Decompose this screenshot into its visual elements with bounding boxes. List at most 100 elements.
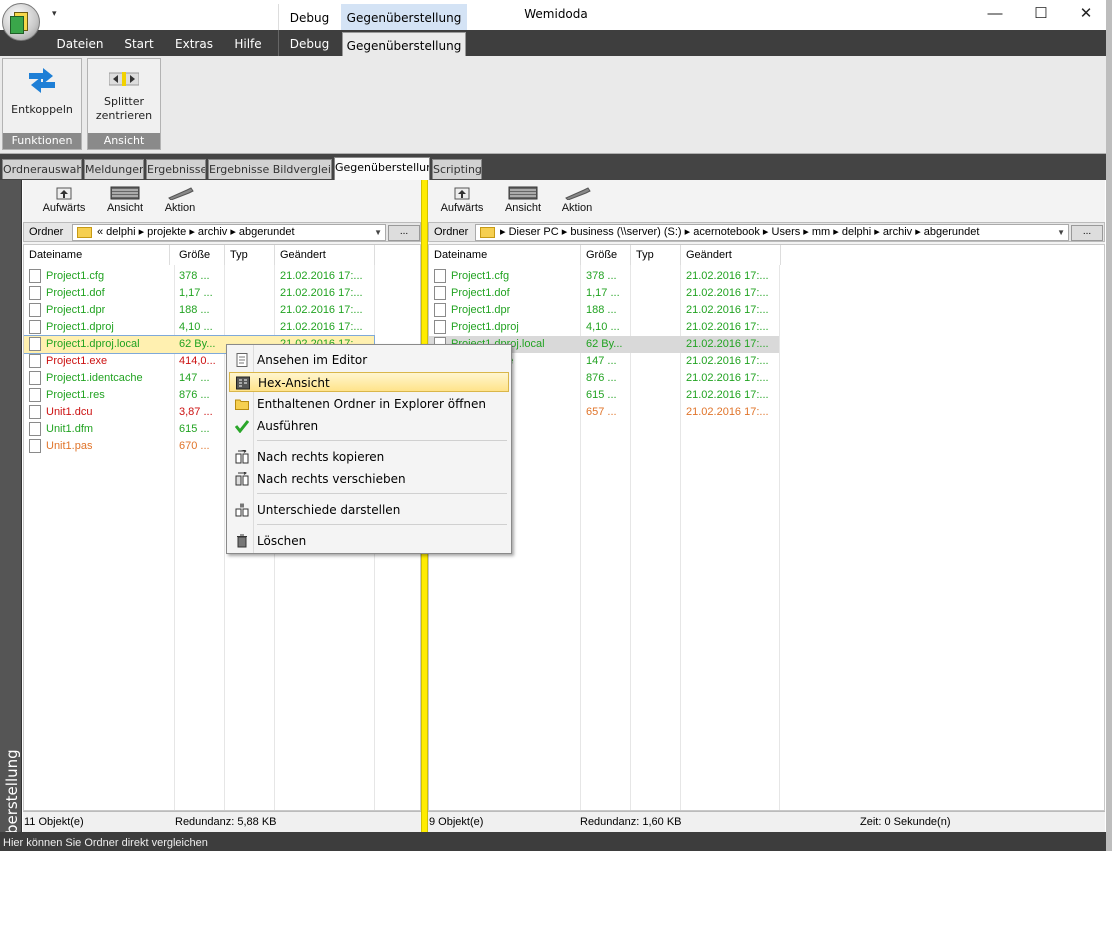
right-object-count: 9 Objekt(e) — [429, 816, 484, 828]
menu-item-unterschiede-darstellen[interactable]: Unterschiede darstellen — [229, 500, 509, 520]
table-row[interactable]: Project1.dpr 188 ... 21.02.2016 17:... — [24, 302, 420, 319]
chevron-down-icon[interactable]: ▼ — [374, 225, 382, 240]
left-action-button[interactable]: Aktion — [155, 186, 205, 214]
folder-icon — [235, 399, 249, 410]
right-folder-bar: Ordner ▸ Dieser PC ▸ business (\\server)… — [428, 222, 1105, 242]
right-path-combo[interactable]: ▸ Dieser PC ▸ business (\\server) (S:) ▸… — [475, 224, 1069, 241]
folder-icon — [77, 227, 92, 238]
right-action-button[interactable]: Aktion — [552, 186, 602, 214]
right-col-groesse[interactable]: Größe — [581, 245, 631, 265]
left-cell-size: 1,17 ... — [179, 287, 213, 299]
table-row[interactable]: Project1.dpr 188 ... 21.02.2016 17:... — [429, 302, 1104, 319]
menu-debug[interactable]: Debug — [278, 30, 340, 56]
right-status: 9 Objekt(e) Redundanz: 1,60 KB Zeit: 0 S… — [428, 811, 1105, 832]
table-row[interactable]: 876 ... 21.02.2016 17:... — [429, 370, 1104, 387]
right-cell-name: Project1.dproj — [451, 321, 519, 333]
right-view-button[interactable]: Ansicht — [498, 186, 548, 214]
left-folder-label: Ordner — [29, 226, 64, 238]
file-icon — [434, 269, 446, 283]
status-bar: Hier können Sie Ordner direkt vergleiche… — [0, 832, 1112, 851]
left-cell-name: Project1.cfg — [46, 270, 105, 282]
left-cell-size: 670 ... — [179, 440, 210, 452]
menu-bar: Dateien Start Extras Hilfe Debug Gegenüb… — [0, 30, 1112, 56]
right-cell-size: 147 ... — [586, 355, 617, 367]
hex-view-icon — [236, 376, 250, 390]
left-col-geaendert[interactable]: Geändert — [275, 245, 375, 265]
left-cell-date: 21.02.2016 17:... — [280, 287, 363, 299]
splitter-zentrieren-button[interactable]: Splitter zentrieren — [88, 63, 160, 123]
right-col-typ[interactable]: Typ — [631, 245, 681, 265]
panel-tab-bar: Ordnerauswahl Meldungen Ergebnisse Ergeb… — [0, 154, 1106, 180]
table-row[interactable]: Project1.dproj 4,10 ... 21.02.2016 17:... — [429, 319, 1104, 336]
table-row[interactable]: Project1.dproj 4,10 ... 21.02.2016 17:... — [24, 319, 420, 336]
splitter-zentrieren-label: Splitter zentrieren — [95, 95, 153, 122]
ribbon-group-ansicht: Splitter zentrieren Ansicht — [87, 58, 161, 150]
menu-hilfe[interactable]: Hilfe — [226, 30, 270, 56]
menu-item-open-folder-in-explorer[interactable]: Enthaltenen Ordner in Explorer öffnen — [229, 394, 509, 414]
chevron-down-icon[interactable]: ▼ — [1057, 225, 1065, 240]
table-row[interactable]: Project1.cfg 378 ... 21.02.2016 17:... — [24, 268, 420, 285]
left-cell-size: 414,0... — [179, 355, 216, 367]
document-icon — [236, 353, 248, 367]
left-cell-size: 62 By... — [179, 338, 216, 350]
right-col-dateiname[interactable]: Dateiname — [429, 245, 581, 265]
table-row[interactable]: Project1.dof 1,17 ... 21.02.2016 17:... — [429, 285, 1104, 302]
quick-access-dropdown[interactable]: ▾ — [52, 8, 57, 19]
left-col-dateiname[interactable]: Dateiname — [24, 245, 170, 265]
menu-dateien[interactable]: Dateien — [52, 30, 108, 56]
tab-scripting[interactable]: Scripting — [432, 159, 482, 179]
menu-gegenueberstellung[interactable]: Gegenüberstellung — [342, 32, 466, 56]
left-cell-date: 21.02.2016 17:... — [280, 321, 363, 333]
maximize-button[interactable]: ☐ — [1018, 0, 1064, 30]
left-view-button[interactable]: Ansicht — [100, 186, 150, 214]
right-cell-date: 21.02.2016 17:... — [686, 355, 769, 367]
tab-ergebnisse[interactable]: Ergebnisse — [146, 159, 206, 179]
title-bar — [0, 0, 1112, 30]
menu-extras[interactable]: Extras — [170, 30, 218, 56]
right-cell-size: 188 ... — [586, 304, 617, 316]
tab-ergebnisse-bildvergleich[interactable]: Ergebnisse Bildvergleich — [208, 159, 332, 179]
left-cell-size: 378 ... — [179, 270, 210, 282]
left-cell-date: 21.02.2016 17:... — [280, 270, 363, 282]
left-cell-name: Project1.res — [46, 389, 105, 401]
minimize-button[interactable]: — — [972, 0, 1018, 30]
menu-item-ansehen-im-editor[interactable]: Ansehen im Editor — [229, 350, 509, 370]
table-row[interactable]: 657 ... 21.02.2016 17:... — [429, 404, 1104, 421]
left-col-groesse[interactable]: Größe — [174, 245, 225, 265]
tab-meldungen[interactable]: Meldungen — [84, 159, 144, 179]
file-icon — [434, 286, 446, 300]
left-col-typ[interactable]: Typ — [225, 245, 275, 265]
table-row[interactable]: 615 ... 21.02.2016 17:... — [429, 387, 1104, 404]
right-browse-button[interactable]: ... — [1071, 225, 1103, 241]
table-row[interactable]: Project1.dof 1,17 ... 21.02.2016 17:... — [24, 285, 420, 302]
menu-item-hex-ansicht[interactable]: Hex-Ansicht — [229, 372, 509, 392]
left-browse-button[interactable]: ... — [388, 225, 420, 241]
left-cell-name: Project1.exe — [46, 355, 108, 367]
menu-item-ausfuehren[interactable]: Ausführen — [229, 416, 509, 436]
tab-ordnerauswahl[interactable]: Ordnerauswahl — [2, 159, 82, 179]
right-col-geaendert[interactable]: Geändert — [681, 245, 781, 265]
table-row[interactable]: ...identcache147 ...21.02.2016 17:... — [429, 353, 1104, 370]
tab-gegenueberstellung[interactable]: Gegenüberstellung — [334, 157, 430, 180]
menu-item-loeschen[interactable]: Löschen — [229, 531, 509, 551]
right-cell-date: 21.02.2016 17:... — [686, 372, 769, 384]
menu-start[interactable]: Start — [116, 30, 162, 56]
right-redundancy: Redundanz: 1,60 KB — [580, 816, 682, 828]
window-right-edge — [1106, 0, 1112, 851]
right-file-list[interactable]: Dateiname Größe Typ Geändert Project1.cf… — [428, 244, 1105, 811]
left-folder-bar: Ordner « delphi ▸ projekte ▸ archiv ▸ ab… — [23, 222, 421, 242]
entkoppeln-button[interactable]: Entkoppeln — [3, 63, 81, 116]
file-icon — [29, 405, 41, 419]
right-up-button[interactable]: Aufwärts — [437, 186, 487, 214]
close-button[interactable]: ✕ — [1063, 0, 1109, 30]
left-up-button[interactable]: Aufwärts — [39, 186, 89, 214]
table-row[interactable]: Project1.cfg 378 ... 21.02.2016 17:... — [429, 268, 1104, 285]
menu-item-nach-rechts-verschieben[interactable]: Nach rechts verschieben — [229, 469, 509, 489]
side-strip: Gegenüberstellung — [0, 180, 22, 893]
left-path-combo[interactable]: « delphi ▸ projekte ▸ archiv ▸ abgerunde… — [72, 224, 386, 241]
folder-up-icon — [56, 187, 72, 200]
left-cell-size: 188 ... — [179, 304, 210, 316]
wrench-icon — [565, 187, 591, 200]
application-menu-button[interactable] — [2, 3, 40, 41]
menu-item-nach-rechts-kopieren[interactable]: Nach rechts kopieren — [229, 447, 509, 467]
